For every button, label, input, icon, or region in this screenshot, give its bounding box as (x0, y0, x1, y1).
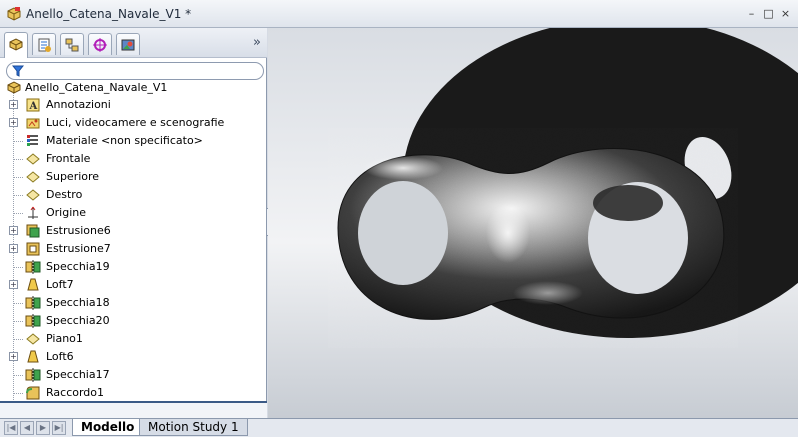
tree-root-label: Anello_Catena_Navale_V1 (25, 80, 168, 94)
loft-icon (27, 350, 39, 363)
tree-item-label: Raccordo1 (46, 386, 105, 399)
tree-item-label: Luci, videocamere e scenografie (46, 116, 225, 129)
tab-dimxpert[interactable] (88, 33, 112, 55)
tree-item-luci-videocamere[interactable]: + Luci, videocamere e scenografie (0, 114, 267, 132)
tree-item-label: Specchia17 (46, 368, 110, 381)
tree-item-specchia18[interactable]: Specchia18 (0, 294, 267, 312)
tab-modello[interactable]: Modello (72, 419, 144, 436)
tree-item-label: Frontale (46, 152, 91, 165)
dimxpert-tab-icon (93, 38, 107, 52)
graphics-viewport[interactable] (268, 28, 798, 418)
tree-item-label: Estrusione7 (46, 242, 111, 255)
expand-toggle[interactable]: + (9, 100, 18, 109)
tab-featuremanager[interactable] (4, 32, 28, 58)
tree-item-label: Specchia18 (46, 296, 110, 309)
mirror-icon (25, 296, 41, 310)
last-tab-button[interactable]: ▶| (52, 421, 66, 435)
tree-item-label: Origine (46, 206, 87, 219)
window-title: Anello_Catena_Navale_V1 * (26, 7, 192, 21)
tab-display-manager[interactable] (116, 33, 140, 55)
tab-motion-study-1[interactable]: Motion Study 1 (139, 419, 248, 436)
feature-manager-panel: » Anello_Catena_Navale_V1 + A Annotazion… (0, 28, 267, 418)
tree-item-specchia17[interactable]: Specchia17 (0, 366, 267, 384)
expand-toggle[interactable]: + (9, 352, 18, 361)
configurationmanager-tab-icon (65, 38, 79, 52)
tree-item-raccordo1[interactable]: Raccordo1 (0, 384, 267, 402)
loft-icon (27, 278, 39, 291)
tree-item-label: Loft7 (46, 278, 74, 291)
tree-item-label: Estrusione6 (46, 224, 111, 237)
tree-item-materiale[interactable]: Materiale <non specificato> (0, 132, 267, 150)
filter-funnel-icon (12, 65, 24, 77)
panel-tabstrip: » (0, 28, 267, 58)
plane-icon (26, 171, 40, 183)
featuremanager-tab-icon (9, 38, 23, 51)
tree-item-label: Annotazioni (46, 98, 111, 111)
expand-toggle[interactable]: + (9, 244, 18, 253)
expand-toggle[interactable]: + (9, 118, 18, 127)
tree-item-label: Specchia20 (46, 314, 110, 327)
tree-item-estrusione7[interactable]: + Estrusione7 (0, 240, 267, 258)
window-controls: – □ × (745, 7, 792, 20)
tree-item-origine[interactable]: Origine (0, 204, 267, 222)
expand-toggle[interactable]: + (9, 280, 18, 289)
tree-item-superiore[interactable]: Superiore (0, 168, 267, 186)
material-icon (27, 135, 38, 146)
mirror-icon (25, 368, 41, 382)
tree-item-estrusione6[interactable]: + Estrusione6 (0, 222, 267, 240)
expand-toggle[interactable]: + (9, 226, 18, 235)
close-button[interactable]: × (779, 7, 792, 20)
panel-bottom-divider (0, 401, 267, 418)
tree-item-specchia19[interactable]: Specchia19 (0, 258, 267, 276)
tree-item-frontale[interactable]: Frontale (0, 150, 267, 168)
tree-item-destro[interactable]: Destro (0, 186, 267, 204)
origin-icon (28, 206, 38, 219)
tree-item-annotazioni[interactable]: + A Annotazioni (0, 96, 267, 114)
plane-icon (26, 333, 40, 345)
part-document-icon (7, 7, 21, 21)
prev-tab-button[interactable]: ◀ (20, 421, 34, 435)
tree-item-loft7[interactable]: + Loft7 (0, 276, 267, 294)
display-manager-tab-icon (121, 39, 135, 51)
tree-item-label: Specchia19 (46, 260, 110, 273)
tree-item-piano1[interactable]: Piano1 (0, 330, 267, 348)
tree-item-label: Destro (46, 188, 83, 201)
tree-root-part[interactable]: Anello_Catena_Navale_V1 (6, 78, 167, 96)
mirror-icon (25, 260, 41, 274)
plane-icon (26, 153, 40, 165)
minimize-button[interactable]: – (745, 7, 758, 20)
annotations-icon: A (26, 98, 40, 112)
tree-item-label: Superiore (46, 170, 100, 183)
part-icon (7, 81, 21, 94)
maximize-button[interactable]: □ (762, 7, 775, 20)
expand-chevron-icon[interactable]: » (253, 35, 261, 50)
tree-item-loft6[interactable]: + Loft6 (0, 348, 267, 366)
bottom-tabbar: |◀ ◀ ▶ ▶| Modello Motion Study 1 (0, 418, 798, 437)
propertymanager-tab-icon (38, 38, 51, 52)
window-titlebar: Anello_Catena_Navale_V1 * – □ × (0, 0, 798, 28)
tab-propertymanager[interactable] (32, 33, 56, 55)
tree-item-label: Loft6 (46, 350, 74, 363)
mirror-icon (25, 314, 41, 328)
tree-item-specchia20[interactable]: Specchia20 (0, 312, 267, 330)
link-hole-left (358, 181, 448, 285)
plane-icon (26, 189, 40, 201)
lights-cameras-icon (26, 118, 40, 129)
next-tab-button[interactable]: ▶ (36, 421, 50, 435)
fillet-icon (26, 386, 40, 400)
svg-text:A: A (29, 101, 38, 112)
first-tab-button[interactable]: |◀ (4, 421, 18, 435)
extrude-icon (26, 224, 40, 238)
tree-item-label: Piano1 (46, 332, 83, 345)
tree-item-label: Materiale <non specificato> (46, 134, 203, 147)
extrude-icon (26, 242, 40, 256)
chain-link-model (328, 28, 798, 348)
tab-configurationmanager[interactable] (60, 33, 84, 55)
